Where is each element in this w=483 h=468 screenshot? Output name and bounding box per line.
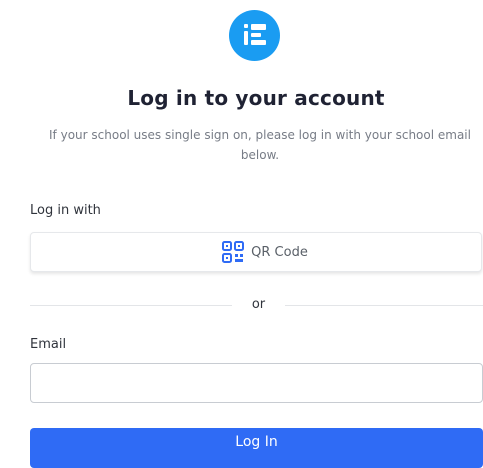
log-in-button[interactable]: Log In	[30, 428, 483, 468]
email-field[interactable]	[30, 363, 483, 403]
page-title: Log in to your account	[127, 86, 385, 110]
divider-line-right	[285, 305, 483, 306]
page-subtitle: If your school uses single sign on, plea…	[29, 125, 483, 165]
qr-code-icon	[222, 241, 245, 263]
qr-code-button[interactable]: QR Code	[30, 232, 482, 272]
subtitle-line-2: below.	[240, 148, 280, 162]
logo-glyph-icon	[244, 24, 266, 45]
divider-or-text: or	[251, 297, 266, 312]
log-in-with-label: Log in with	[30, 203, 101, 218]
app-logo-icon	[229, 10, 280, 61]
qr-code-button-label: QR Code	[251, 244, 308, 260]
subtitle-line-1: If your school uses single sign on, plea…	[49, 128, 471, 142]
divider-line-left	[30, 305, 232, 306]
email-label: Email	[30, 337, 67, 352]
